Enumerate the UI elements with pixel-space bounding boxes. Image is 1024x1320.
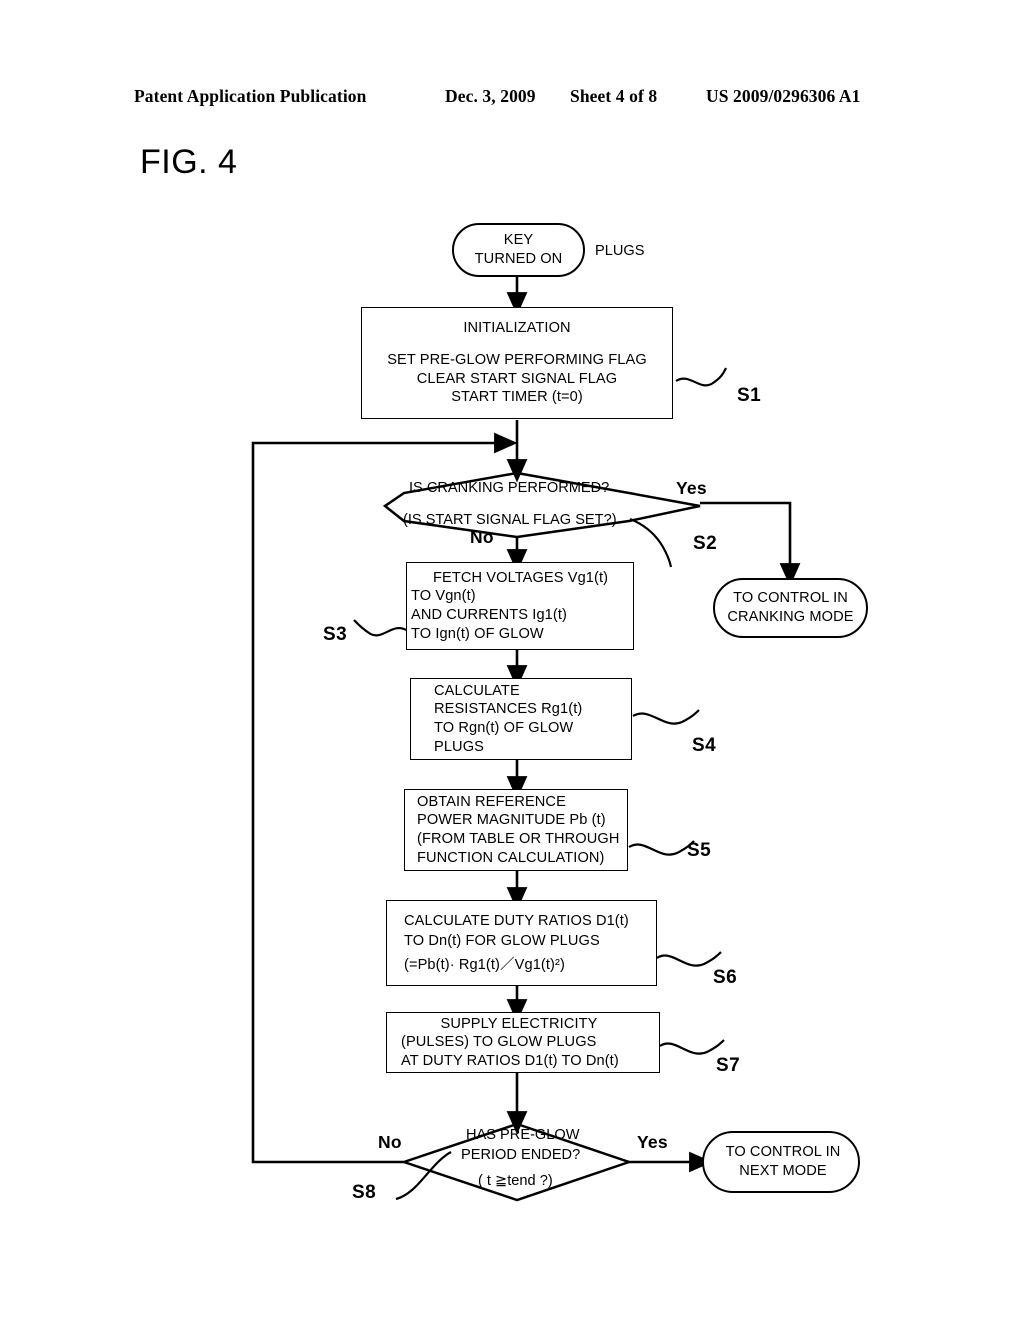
process-box-s5: OBTAIN REFERENCE POWER MAGNITUDE Pb (t) … bbox=[404, 789, 628, 871]
step-tag-s3: S3 bbox=[323, 624, 348, 645]
s5-line-1: OBTAIN REFERENCE bbox=[417, 793, 566, 810]
step-tag-s2: S2 bbox=[693, 533, 718, 554]
start-terminator: KEY TURNED ON bbox=[452, 223, 585, 277]
s7-line-1: SUPPLY ELECTRICITY bbox=[440, 1015, 598, 1032]
decision-s8-line-2: PERIOD ENDED? bbox=[461, 1147, 581, 1163]
decision-s8-line-1: HAS PRE-GLOW bbox=[466, 1127, 580, 1143]
s3-line-1: FETCH VOLTAGES Vg1(t) bbox=[433, 569, 609, 586]
next-mode-line-2: NEXT MODE bbox=[739, 1163, 827, 1179]
step-tag-s4: S4 bbox=[692, 735, 717, 756]
s3-line-2: TO Vgn(t) bbox=[411, 588, 476, 605]
s6-line-1: CALCULATE DUTY RATIOS D1(t) bbox=[404, 912, 629, 929]
next-mode-terminator: TO CONTROL IN NEXT MODE bbox=[702, 1131, 860, 1193]
cranking-mode-terminator: TO CONTROL IN CRANKING MODE bbox=[713, 578, 868, 638]
process-box-s3: FETCH VOLTAGES Vg1(t) TO Vgn(t) AND CURR… bbox=[406, 562, 634, 650]
step-tag-s1: S1 bbox=[737, 385, 762, 406]
patent-sheet: Patent Application Publication Dec. 3, 2… bbox=[0, 0, 1024, 1320]
process-box-s7: SUPPLY ELECTRICITY (PULSES) TO GLOW PLUG… bbox=[386, 1012, 660, 1073]
step-tag-s5: S5 bbox=[687, 840, 712, 861]
decision-s8-yes-label: Yes bbox=[637, 1132, 668, 1152]
next-mode-line-1: TO CONTROL IN bbox=[725, 1144, 841, 1161]
cranking-line-1: TO CONTROL IN bbox=[733, 590, 848, 607]
decision-s2-line-2: (IS START SIGNAL FLAG SET?) bbox=[403, 512, 617, 528]
s1-line-4: START TIMER (t=0) bbox=[451, 389, 583, 406]
decision-s2-no-label: No bbox=[470, 527, 494, 547]
s5-line-4: FUNCTION CALCULATION) bbox=[417, 849, 605, 866]
start-line-1: KEY bbox=[503, 232, 534, 249]
s4-line-4: PLUGS bbox=[434, 738, 484, 755]
decision-s8-line-3: ( t ≧tend ?) bbox=[478, 1173, 553, 1189]
s5-line-2: POWER MAGNITUDE Pb (t) bbox=[417, 812, 606, 829]
s6-line-2: TO Dn(t) FOR GLOW PLUGS bbox=[404, 933, 600, 950]
start-line-2: TURNED ON bbox=[474, 251, 563, 267]
flowchart-connectors bbox=[251, 277, 801, 1202]
s1-line-1: INITIALIZATION bbox=[463, 320, 571, 337]
s7-line-2: (PULSES) TO GLOW PLUGS bbox=[401, 1034, 597, 1051]
s7-line-3: AT DUTY RATIOS D1(t) TO Dn(t) bbox=[401, 1052, 619, 1069]
s1-line-3: CLEAR START SIGNAL FLAG bbox=[416, 370, 618, 387]
step-tag-s7: S7 bbox=[716, 1055, 741, 1076]
cranking-line-2: CRANKING MODE bbox=[727, 609, 854, 625]
decision-s2-yes-label: Yes bbox=[676, 478, 707, 498]
step-tag-s8: S8 bbox=[352, 1182, 377, 1203]
s1-line-2: SET PRE-GLOW PERFORMING FLAG bbox=[387, 351, 647, 368]
s3-line-4: TO Ign(t) OF GLOW bbox=[411, 625, 544, 642]
process-box-s6: CALCULATE DUTY RATIOS D1(t) TO Dn(t) FOR… bbox=[386, 900, 657, 986]
process-box-s4: CALCULATE RESISTANCES Rg1(t) TO Rgn(t) O… bbox=[410, 678, 632, 760]
process-box-s1: INITIALIZATION SET PRE-GLOW PERFORMING F… bbox=[361, 307, 673, 419]
step-tag-s6: S6 bbox=[713, 967, 738, 988]
decision-s8-no-label: No bbox=[378, 1132, 402, 1152]
start-side-label: PLUGS bbox=[595, 243, 645, 259]
s4-line-3: TO Rgn(t) OF GLOW bbox=[434, 720, 574, 736]
s4-line-2: RESISTANCES Rg1(t) bbox=[434, 701, 583, 718]
s3-line-3: AND CURRENTS Ig1(t) bbox=[411, 607, 567, 623]
decision-s2-line-1: IS CRANKING PERFORMED? bbox=[409, 480, 610, 496]
s5-line-3: (FROM TABLE OR THROUGH bbox=[417, 831, 620, 847]
s6-line-3: (=Pb(t)· Rg1(t)／Vg1(t)²) bbox=[404, 956, 565, 973]
s4-line-1: CALCULATE bbox=[434, 682, 520, 699]
